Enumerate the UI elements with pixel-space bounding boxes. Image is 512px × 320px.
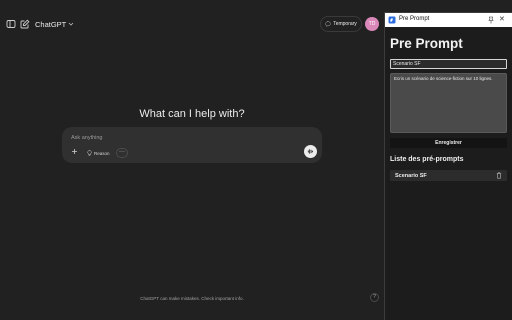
new-chat-icon <box>20 19 30 29</box>
model-label: ChatGPT <box>35 19 67 29</box>
trash-icon[interactable] <box>496 172 502 179</box>
chatgpt-main: ChatGPT Temporary TD What can I help wit… <box>0 0 384 320</box>
new-chat-button[interactable] <box>19 18 31 30</box>
reason-button[interactable]: Reason <box>83 148 114 158</box>
composer: Reason ··· <box>62 127 322 163</box>
temporary-chat-button[interactable]: Temporary <box>320 16 362 32</box>
avatar[interactable]: TD <box>365 17 379 31</box>
save-button[interactable]: Enregistrer <box>390 138 507 148</box>
screen: ChatGPT Temporary TD What can I help wit… <box>0 0 512 320</box>
chevron-down-icon <box>68 22 74 26</box>
disclaimer-text: ChatGPT can make mistakes. Check importa… <box>140 296 244 301</box>
avatar-initials: TD <box>368 21 376 27</box>
plus-icon <box>72 149 77 154</box>
voice-icon <box>307 149 313 154</box>
lightbulb-icon <box>87 150 92 156</box>
pre-prompt-panel: Pre Prompt ✕ Pre Prompt Ecris un scénari… <box>384 12 512 320</box>
pre-prompt-logo-icon <box>388 16 396 24</box>
page-heading: What can I help with? <box>139 108 245 120</box>
temporary-label: Temporary <box>333 21 357 27</box>
sidebar-toggle-button[interactable] <box>5 18 17 30</box>
close-icon[interactable]: ✕ <box>499 15 505 24</box>
pre-prompt-item-label: Scenario SF <box>395 173 427 179</box>
more-tools-label: ··· <box>119 149 125 155</box>
attach-button[interactable] <box>70 148 79 157</box>
model-selector[interactable]: ChatGPT <box>35 17 74 31</box>
reason-label: Reason <box>94 150 110 156</box>
top-bar: ChatGPT Temporary TD <box>0 0 384 48</box>
prompt-input[interactable] <box>71 133 271 143</box>
pre-prompt-list-item[interactable]: Scenario SF <box>390 170 507 181</box>
help-label: ? <box>373 294 376 300</box>
sidebar-icon <box>6 20 16 28</box>
pre-prompt-list-title: Liste des pré-prompts <box>390 156 464 163</box>
more-tools-button[interactable]: ··· <box>116 148 128 158</box>
panel-header: Pre Prompt ✕ <box>385 13 512 27</box>
help-button[interactable]: ? <box>370 293 379 302</box>
panel-header-title: Pre Prompt <box>399 16 430 22</box>
panel-title: Pre Prompt <box>390 36 463 51</box>
pre-prompt-name-field[interactable] <box>390 59 507 69</box>
pre-prompt-text-area[interactable]: Ecris un scénario de science-fiction sur… <box>390 73 507 133</box>
chat-bubble-icon <box>325 21 331 27</box>
pin-icon[interactable] <box>488 16 494 24</box>
voice-mode-button[interactable] <box>304 145 317 158</box>
